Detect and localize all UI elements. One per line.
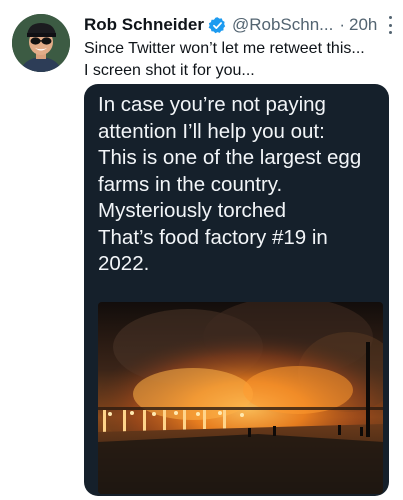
screenshot-text-line: attention I’ll help you out:	[98, 119, 325, 143]
author-name[interactable]: Rob Schneider	[84, 14, 204, 36]
fire-photo	[98, 302, 383, 494]
tweet-text-line: Since Twitter won’t let me retweet this.…	[84, 40, 365, 57]
screenshot-text-line: This is one of the largest egg	[98, 146, 362, 169]
screenshot-text: In case you’re not paying attention I’ll…	[98, 92, 382, 278]
timestamp[interactable]: 20h	[349, 14, 377, 36]
avatar-image	[12, 14, 70, 72]
tweet-header: Rob Schneider @RobSchn... · 20h	[84, 14, 394, 36]
screenshot-text-line: In case you’re not paying	[98, 93, 326, 116]
tweet[interactable]: Rob Schneider @RobSchn... · 20h Since Tw…	[0, 0, 403, 500]
tweet-text-line: I screen shot it for you...	[84, 62, 255, 79]
screenshot-text-line: 2022.	[98, 252, 150, 275]
screenshot-text-line: farms in the country.	[98, 172, 283, 196]
avatar[interactable]	[12, 14, 70, 72]
author-handle[interactable]: @RobSchn...	[232, 14, 333, 36]
tweet-text: Since Twitter won’t let me retweet this.…	[84, 38, 394, 82]
more-options-icon[interactable]	[387, 16, 393, 34]
separator-dot: ·	[339, 15, 346, 34]
screenshot-image[interactable]: In case you’re not paying attention I’ll…	[84, 84, 389, 496]
screenshot-text-line: Mysteriously torched	[98, 199, 286, 222]
verified-badge-icon	[208, 16, 227, 35]
screenshot-text-line: That’s food factory #19 in	[98, 225, 328, 249]
